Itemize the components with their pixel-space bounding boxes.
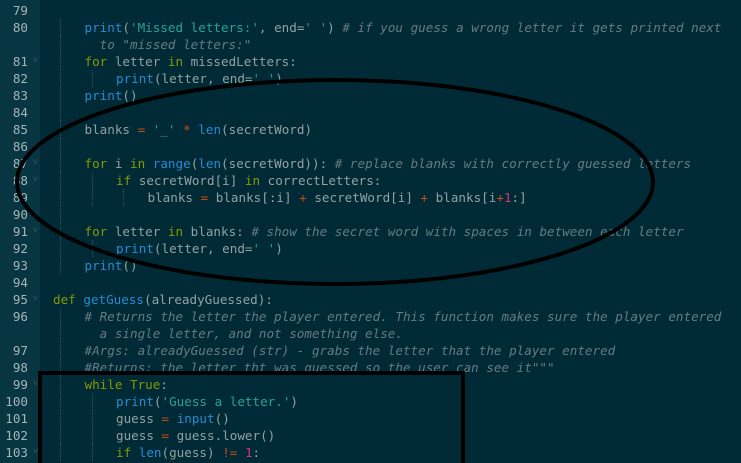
hand-drawn-ellipse-annotation	[15, 78, 655, 286]
annotation-layer	[15, 78, 655, 463]
hand-drawn-box-annotation	[38, 371, 465, 463]
